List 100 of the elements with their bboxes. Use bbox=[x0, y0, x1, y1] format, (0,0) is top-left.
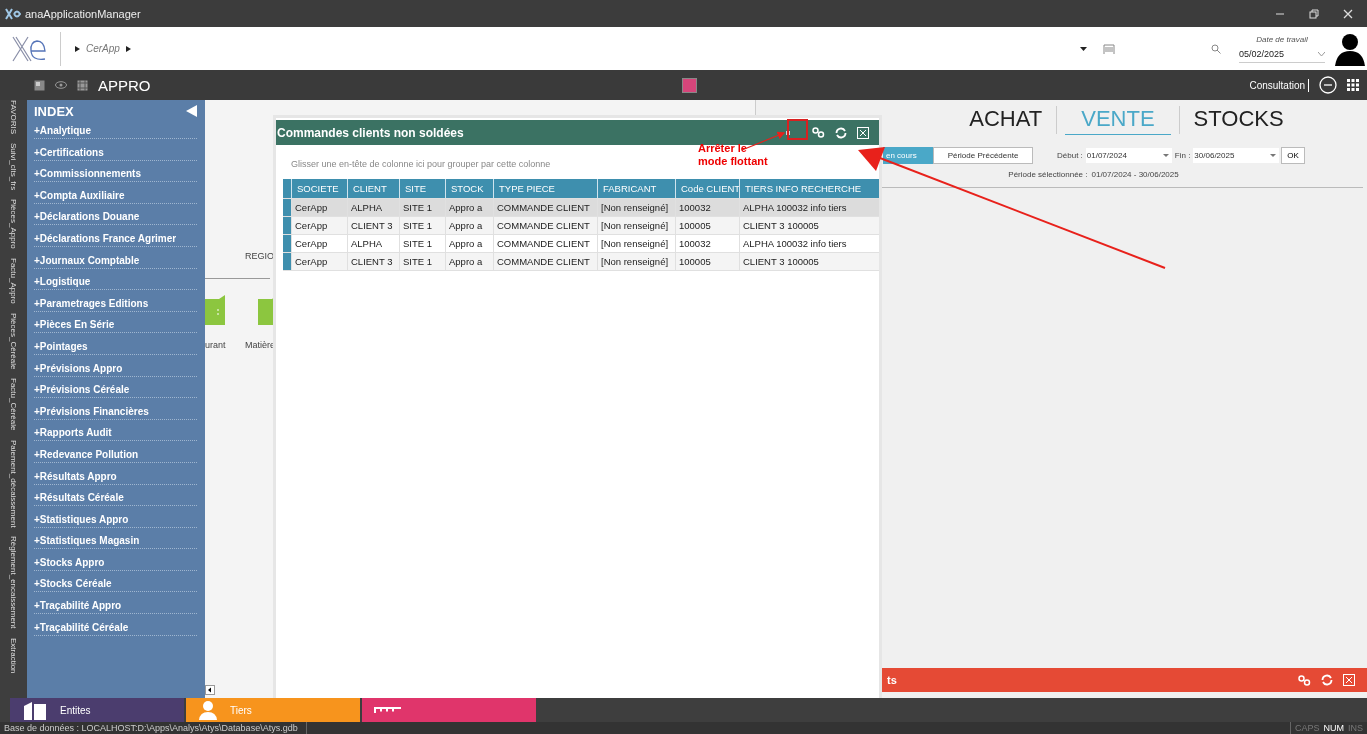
selected-period-value: 01/07/2024 - 30/06/2025 bbox=[1091, 170, 1179, 179]
minus-circle-icon[interactable] bbox=[1319, 76, 1337, 94]
index-item[interactable]: +Stocks Céréale bbox=[34, 577, 197, 593]
table-cell: SITE 1 bbox=[399, 199, 445, 216]
index-item[interactable]: +Déclarations Douane bbox=[34, 210, 197, 226]
index-item[interactable]: +Déclarations France Agrimer bbox=[34, 231, 197, 247]
index-item[interactable]: +Rapports Audit bbox=[34, 426, 197, 442]
column-header[interactable]: SOCIETE bbox=[291, 179, 347, 198]
index-item[interactable]: +Prévisions Appro bbox=[34, 361, 197, 377]
start-date-field[interactable]: 01/07/2024 bbox=[1085, 148, 1172, 163]
key-indicator: INS bbox=[1348, 723, 1363, 733]
index-item[interactable]: +Redevance Pollution bbox=[34, 447, 197, 463]
index-item[interactable]: +Commissionnements bbox=[34, 167, 197, 183]
side-tab[interactable]: Paiement_décaissement bbox=[9, 439, 18, 528]
floating-window-title: Commandes clients non soldées bbox=[277, 125, 464, 140]
work-date-field[interactable]: 05/02/2025 bbox=[1239, 46, 1325, 63]
table-cell: 100005 bbox=[675, 217, 739, 234]
color-swatch-icon[interactable] bbox=[682, 77, 698, 93]
mode-label: Consultation bbox=[1249, 79, 1305, 91]
table-cell: ALPHA bbox=[347, 199, 399, 216]
taskbar-tile[interactable] bbox=[362, 698, 536, 722]
index-item[interactable]: +Logistique bbox=[34, 275, 197, 291]
dropdown-caret-icon[interactable] bbox=[1080, 46, 1087, 51]
index-item[interactable]: +Pointages bbox=[34, 339, 197, 355]
fullscreen-icon[interactable] bbox=[1343, 674, 1355, 686]
index-item[interactable]: +Traçabilité Céréale bbox=[34, 620, 197, 636]
side-tab[interactable]: Pièces_Céréale bbox=[9, 312, 18, 370]
table-cell: [Non renseigné] bbox=[597, 217, 675, 234]
table-row[interactable]: CerApp CLIENT 3 SITE 1 Appro a COMMANDE CLIENT [Non renseigné] 100005 CLIENT 3 100005 bbox=[283, 253, 879, 271]
taskbar-tile[interactable]: Entites bbox=[10, 698, 184, 722]
table-cell: Appro a bbox=[445, 235, 493, 252]
index-item[interactable]: +Stocks Appro bbox=[34, 555, 197, 571]
refresh-icon[interactable] bbox=[835, 126, 847, 139]
index-item[interactable]: +Parametrages Editions bbox=[34, 296, 197, 312]
index-item[interactable]: +Certifications bbox=[34, 145, 197, 161]
dashboard-tab[interactable]: VENTE bbox=[1065, 106, 1171, 135]
table-row[interactable]: CerApp ALPHA SITE 1 Appro a COMMANDE CLIENT [Non renseigné] 100032 ALPHA 100032 info tiers bbox=[283, 199, 879, 217]
user-avatar-icon[interactable] bbox=[1335, 31, 1365, 66]
key-indicator: CAPS bbox=[1294, 723, 1320, 733]
fullscreen-icon[interactable] bbox=[857, 126, 869, 139]
eye-icon[interactable] bbox=[55, 81, 67, 89]
index-item[interactable]: +Résultats Céréale bbox=[34, 491, 197, 507]
settings-icon[interactable] bbox=[812, 127, 825, 138]
side-tab[interactable]: Factu_Céréale bbox=[9, 378, 18, 431]
search-icon[interactable] bbox=[1211, 43, 1221, 54]
column-header[interactable]: FABRICANT bbox=[597, 179, 675, 198]
table-cell: 100032 bbox=[675, 199, 739, 216]
breadcrumb-link[interactable]: CerApp bbox=[86, 43, 120, 54]
table-cell: SITE 1 bbox=[399, 253, 445, 270]
side-tab[interactable]: FAVORIS bbox=[9, 100, 18, 135]
dashboard-tab[interactable]: STOCKS bbox=[1187, 106, 1290, 134]
index-item[interactable]: +Pièces En Série bbox=[34, 318, 197, 334]
index-item[interactable]: +Journaux Comptable bbox=[34, 253, 197, 269]
index-item[interactable]: +Prévisions Financières bbox=[34, 404, 197, 420]
restore-icon[interactable] bbox=[1309, 8, 1319, 19]
side-tab[interactable]: Règlement_encaissement bbox=[9, 536, 18, 629]
dashboard-tab[interactable]: ACHAT bbox=[963, 106, 1049, 134]
index-item[interactable]: +Traçabilité Appro bbox=[34, 599, 197, 615]
close-icon[interactable] bbox=[1343, 8, 1353, 19]
table-cell: COMMANDE CLIENT bbox=[493, 235, 597, 252]
side-tab[interactable]: Factu_Appro bbox=[9, 258, 18, 304]
index-item[interactable]: +Prévisions Céréale bbox=[34, 383, 197, 399]
table-cell: COMMANDE CLIENT bbox=[493, 253, 597, 270]
scroll-left-icon[interactable] bbox=[205, 685, 215, 695]
index-item[interactable]: +Compta Auxiliaire bbox=[34, 188, 197, 204]
selected-period-label: Période sélectionnée : bbox=[1008, 170, 1088, 179]
index-item[interactable]: +Statistiques Appro bbox=[34, 512, 197, 528]
taskbar-tile[interactable]: Tiers bbox=[186, 698, 360, 722]
end-date-field[interactable]: 30/06/2025 bbox=[1193, 148, 1280, 163]
column-header[interactable]: TYPE PIECE bbox=[493, 179, 597, 198]
side-tab[interactable]: Pièces_Appro bbox=[9, 199, 18, 250]
column-header[interactable]: CLIENT bbox=[347, 179, 399, 198]
side-tab[interactable]: Suivi_clts_frs bbox=[9, 143, 18, 191]
index-item[interactable]: +Analytique bbox=[34, 124, 197, 139]
period-button[interactable]: en cours bbox=[883, 147, 933, 164]
collapse-icon[interactable] bbox=[186, 105, 197, 117]
table-cell: Appro a bbox=[445, 217, 493, 234]
caret-icon bbox=[125, 45, 131, 52]
layout-icon[interactable] bbox=[34, 79, 45, 91]
apps-grid-icon[interactable] bbox=[1347, 79, 1359, 91]
side-tab[interactable]: Extraction bbox=[9, 637, 18, 674]
table-row[interactable]: CerApp CLIENT 3 SITE 1 Appro a COMMANDE CLIENT [Non renseigné] 100005 CLIENT 3 100005 bbox=[283, 217, 879, 235]
index-item[interactable]: +Statistiques Magasin bbox=[34, 534, 197, 550]
table-cell: CLIENT 3 bbox=[347, 253, 399, 270]
ok-button[interactable]: OK bbox=[1281, 147, 1305, 164]
settings-icon[interactable] bbox=[1298, 674, 1311, 686]
user-icon bbox=[198, 700, 218, 720]
window-title: anaApplicationManager bbox=[25, 7, 141, 20]
panel-title: ts bbox=[887, 674, 897, 686]
column-header[interactable]: SITE bbox=[399, 179, 445, 198]
column-header[interactable]: Code CLIENT bbox=[675, 179, 739, 198]
column-header[interactable]: TIERS INFO RECHERCHE bbox=[739, 179, 877, 198]
period-button[interactable]: Période Précédente bbox=[933, 147, 1033, 164]
refresh-icon[interactable] bbox=[1321, 674, 1333, 686]
index-item[interactable]: +Résultats Appro bbox=[34, 469, 197, 485]
column-header[interactable]: STOCK bbox=[445, 179, 493, 198]
table-cell: Appro a bbox=[445, 199, 493, 216]
table-cell: 100005 bbox=[675, 253, 739, 270]
grid-view-icon[interactable] bbox=[77, 79, 88, 91]
table-cell: CerApp bbox=[291, 217, 347, 234]
